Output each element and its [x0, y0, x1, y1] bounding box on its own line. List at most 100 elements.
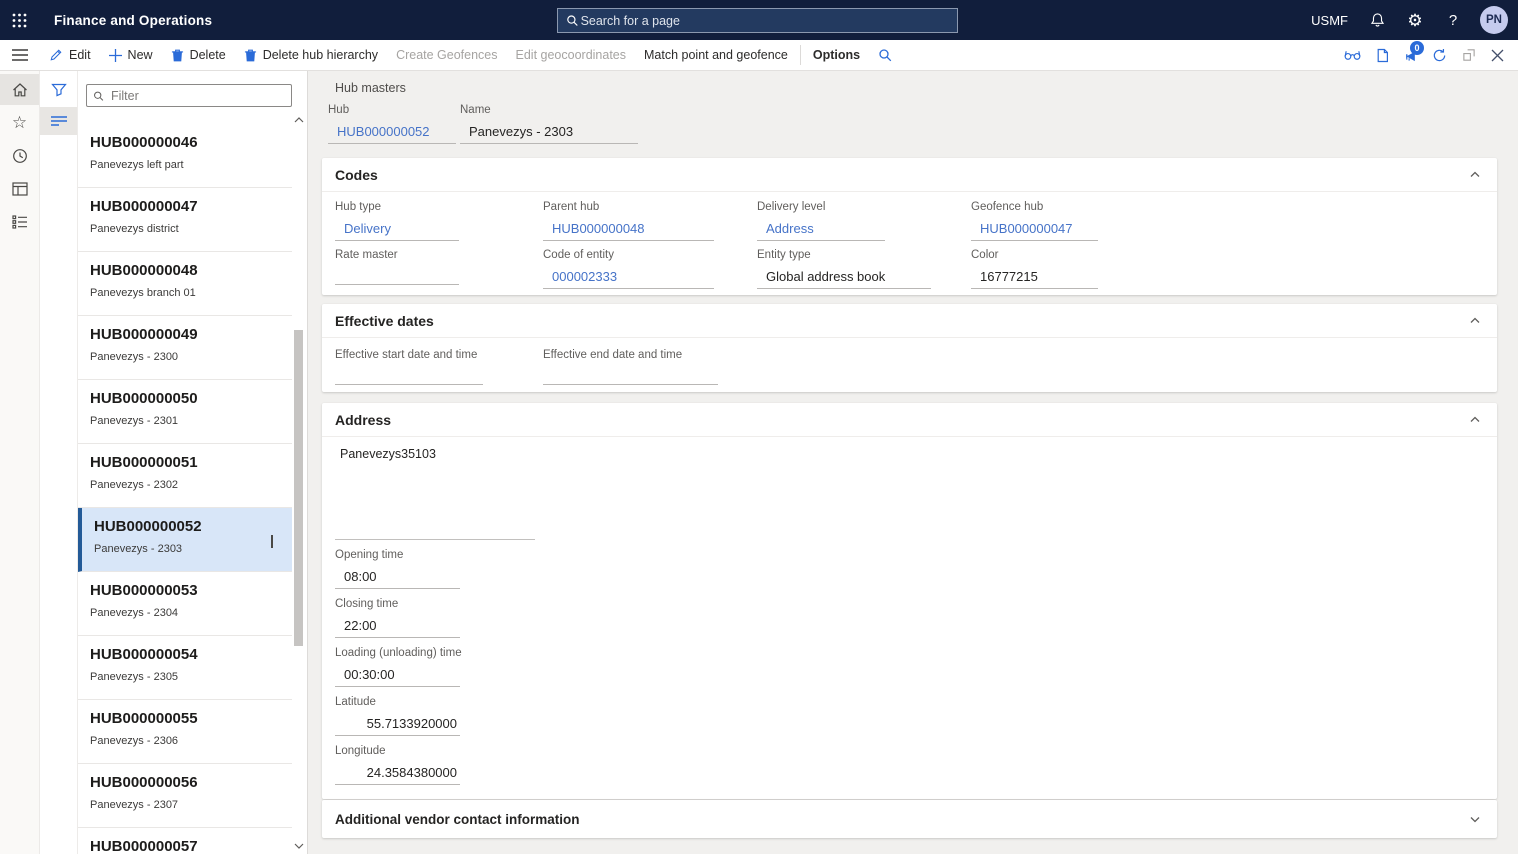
open-in-new-window-icon[interactable]: [1454, 40, 1483, 71]
name-value-field[interactable]: Panevezys - 2303: [460, 123, 638, 144]
code-of-entity-field[interactable]: 000002333: [543, 268, 714, 289]
effective-end-field[interactable]: [543, 368, 718, 385]
notification-badge: 0: [1410, 41, 1424, 55]
text-cursor-artifact: [271, 535, 273, 548]
delivery-level-field[interactable]: Address: [757, 220, 885, 241]
opening-time-field[interactable]: 08:00: [335, 568, 460, 589]
list-item-selected[interactable]: HUB000000052 Panevezys - 2303: [78, 508, 292, 572]
list-item[interactable]: HUB000000051 Panevezys - 2302: [78, 444, 292, 508]
list-item[interactable]: HUB000000055 Panevezys - 2306: [78, 700, 292, 764]
field-label: Name: [460, 104, 638, 119]
nav-menu-icon[interactable]: [0, 49, 40, 61]
list-item[interactable]: HUB000000054 Panevezys - 2305: [78, 636, 292, 700]
chevron-up-icon[interactable]: [1469, 169, 1481, 181]
help-icon[interactable]: ?: [1434, 0, 1472, 40]
page-title: Hub masters: [335, 81, 406, 95]
rate-master-field-group: Rate master: [335, 249, 459, 289]
geofence-hub-field[interactable]: HUB000000047: [971, 220, 1098, 241]
latitude-field[interactable]: 55.7133920000: [335, 715, 460, 736]
top-navbar: Finance and Operations USMF ⚙ ? PN: [0, 0, 1518, 40]
chevron-up-icon[interactable]: [1469, 315, 1481, 327]
delivery-level-field-group: Delivery level Address: [757, 201, 885, 241]
list-tools-column: [40, 71, 78, 854]
hub-id: HUB000000054: [90, 646, 292, 663]
sidebar-item-favorites[interactable]: ☆: [0, 107, 39, 138]
list-item[interactable]: HUB000000057: [78, 828, 292, 854]
close-icon[interactable]: [1483, 40, 1512, 71]
list-filter-input[interactable]: [109, 88, 285, 104]
codes-section-header[interactable]: Codes: [322, 158, 1497, 192]
list-item[interactable]: HUB000000050 Panevezys - 2301: [78, 380, 292, 444]
list-item[interactable]: HUB000000047 Panevezys district: [78, 188, 292, 252]
section-title: Additional vendor contact information: [335, 812, 580, 827]
pencil-icon: [49, 48, 63, 62]
sidebar-item-workspaces[interactable]: [0, 173, 39, 204]
filter-funnel-icon[interactable]: [40, 73, 77, 107]
companion-app-icon[interactable]: [1367, 40, 1396, 71]
additional-vendor-contact-header[interactable]: Additional vendor contact information: [322, 800, 1497, 838]
code-of-entity-field-group: Code of entity 000002333: [543, 249, 714, 289]
rate-master-field[interactable]: [335, 268, 459, 285]
hub-list: HUB000000046 Panevezys left part HUB0000…: [78, 124, 292, 854]
global-search[interactable]: [557, 8, 958, 33]
star-icon: ☆: [12, 114, 27, 131]
hub-id: HUB000000053: [90, 582, 292, 599]
plus-icon: [109, 49, 122, 62]
match-point-and-geofence-button[interactable]: Match point and geofence: [635, 40, 797, 71]
sidebar-item-modules[interactable]: [0, 206, 39, 237]
show-list-toggle[interactable]: [40, 107, 77, 135]
edit-geocoordinates-button[interactable]: Edit geocoordinates: [507, 40, 636, 71]
hub-value-link[interactable]: HUB000000052: [328, 123, 456, 144]
name-header-field: Name Panevezys - 2303: [460, 104, 638, 144]
color-field[interactable]: 16777215: [971, 268, 1098, 289]
new-button[interactable]: New: [100, 40, 162, 71]
list-item[interactable]: HUB000000046 Panevezys left part: [78, 124, 292, 188]
list-filter-box[interactable]: [86, 84, 292, 107]
settings-gear-icon[interactable]: ⚙: [1396, 0, 1434, 40]
scrollbar-down-arrow[interactable]: [294, 842, 304, 850]
list-item[interactable]: HUB000000053 Panevezys - 2304: [78, 572, 292, 636]
list-item[interactable]: HUB000000048 Panevezys branch 01: [78, 252, 292, 316]
edit-button[interactable]: Edit: [40, 40, 100, 71]
effective-dates-section: Effective dates Effective start date and…: [322, 304, 1497, 392]
workspace-icon: [12, 182, 28, 196]
sidebar-item-home[interactable]: [0, 74, 39, 105]
refresh-icon[interactable]: [1425, 40, 1454, 71]
create-geofences-button[interactable]: Create Geofences: [387, 40, 506, 71]
hub-id: HUB000000051: [90, 454, 292, 471]
company-selector[interactable]: USMF: [1301, 0, 1358, 40]
sidebar-item-recent[interactable]: [0, 140, 39, 171]
closing-time-field[interactable]: 22:00: [335, 617, 460, 638]
list-scrollbar-thumb[interactable]: [294, 330, 303, 646]
account-avatar[interactable]: PN: [1472, 0, 1516, 40]
longitude-field[interactable]: 24.3584380000: [335, 764, 460, 785]
options-button[interactable]: Options: [804, 40, 869, 71]
delete-button[interactable]: Delete: [162, 40, 235, 71]
message-center-icon[interactable]: 0: [1396, 40, 1425, 71]
list-item[interactable]: HUB000000049 Panevezys - 2300: [78, 316, 292, 380]
app-launcher-icon[interactable]: [0, 0, 38, 40]
list-item[interactable]: HUB000000056 Panevezys - 2307: [78, 764, 292, 828]
hub-list-panel: HUB000000046 Panevezys left part HUB0000…: [78, 71, 308, 854]
address-textarea[interactable]: Panevezys35103: [335, 447, 1484, 539]
scrollbar-up-arrow[interactable]: [294, 116, 304, 124]
hub-type-field[interactable]: Delivery: [335, 220, 459, 241]
chevron-up-icon[interactable]: [1469, 414, 1481, 426]
entity-type-field[interactable]: Global address book: [757, 268, 931, 289]
toolbar-search-icon[interactable]: [869, 40, 901, 71]
clock-icon: [12, 148, 28, 164]
parent-hub-field[interactable]: HUB000000048: [543, 220, 714, 241]
address-section-header[interactable]: Address: [322, 403, 1497, 437]
effective-dates-header[interactable]: Effective dates: [322, 304, 1497, 338]
insights-glasses-icon[interactable]: [1338, 40, 1367, 71]
hub-id: HUB000000057: [90, 838, 292, 854]
global-search-input[interactable]: [579, 13, 949, 29]
chevron-down-icon[interactable]: [1469, 813, 1481, 825]
delete-hub-hierarchy-button[interactable]: Delete hub hierarchy: [235, 40, 387, 71]
app-title: Finance and Operations: [54, 13, 212, 28]
notifications-bell-icon[interactable]: [1358, 0, 1396, 40]
hub-name: Panevezys - 2304: [90, 607, 292, 619]
main-content: Hub masters Hub HUB000000052 Name Paneve…: [308, 71, 1518, 854]
effective-start-field[interactable]: [335, 368, 483, 385]
loading-time-field[interactable]: 00:30:00: [335, 666, 460, 687]
